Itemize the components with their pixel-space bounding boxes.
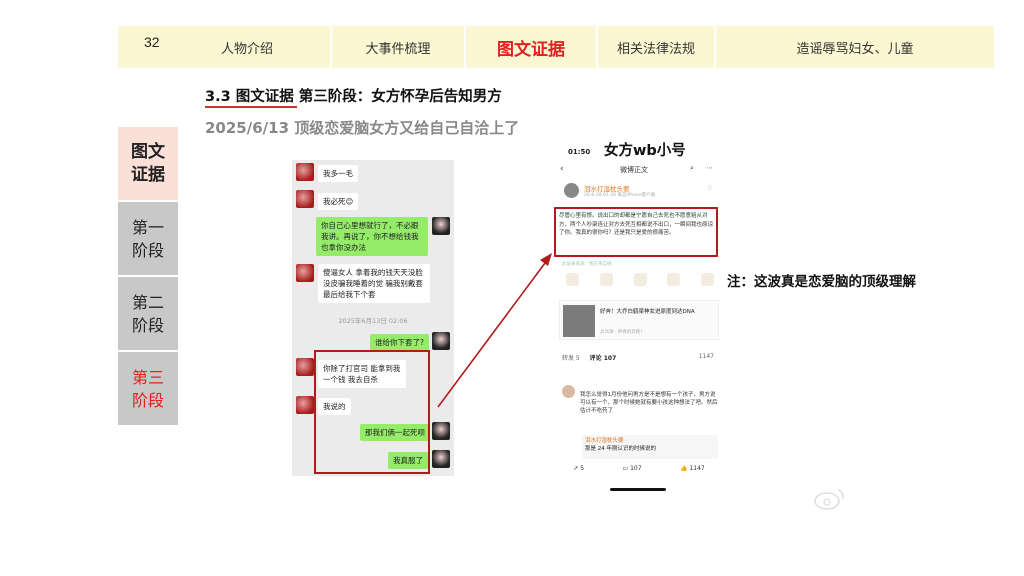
avatar (296, 190, 314, 208)
sidebar-item-label: 阶段 (131, 315, 164, 335)
chat-message: 傻逼女人 拿着我的钱天天没脸没皮骗我睡着的觉 骗我别戴套 最后给我下个套 (318, 264, 430, 303)
share-icons (566, 273, 714, 286)
promo-image (563, 305, 595, 337)
search-icon[interactable]: ⌕ (690, 164, 694, 173)
collect-icon[interactable] (701, 273, 714, 286)
sidebar-item-label: 图文 (131, 141, 165, 162)
sidebar-item-evidence[interactable]: 图文 证据 (118, 127, 178, 202)
weibo-watermark-icon (814, 489, 844, 510)
chat-message: 谁给你下套了? (370, 334, 429, 351)
weibo-action-bar: ↗ 5 ▭ 107 👍 1147 (554, 465, 724, 472)
weibo-screenshot: 01:50 ‹ 微博正文 ⌕ ⋯ 泪水打湿枕头要 26-6-28 01:30 来… (554, 145, 724, 495)
arrow-icon (437, 253, 552, 408)
section-title: 3.3 图文证据 第三阶段：女方怀孕后告知男方 (205, 89, 502, 105)
subtitle: 2025/6/13 顶级恋爱脑女方又给自己自洽上了 (205, 119, 520, 137)
tab-evidence[interactable]: 图文证据 (466, 26, 598, 68)
avatar (564, 183, 579, 198)
more-icon[interactable]: ⋯ (706, 164, 713, 172)
nav-title: 微博正文 (620, 166, 648, 174)
promo-card[interactable]: 好奔！大乔白鹤梁神女进原度到达DNA 乒乓球 · 神秀的奔跑！ (559, 300, 719, 340)
note-text: 注：这波真是恋爱脑的顶级理解 (727, 274, 916, 290)
weibo-nav-bar: ‹ 微博正文 ⌕ ⋯ (554, 162, 724, 178)
wechat-icon[interactable] (599, 273, 613, 286)
home-indicator (610, 488, 666, 491)
reply-username[interactable]: 泪水打湿枕头要 (585, 438, 624, 444)
sidebar-item-stage-2[interactable]: 第二 阶段 (118, 277, 178, 352)
reply-box: 泪水打湿枕头要 那是 24 年刚认识的时候说的 (582, 435, 718, 459)
avatar (296, 358, 314, 376)
star-icon[interactable]: ☆ (706, 183, 713, 192)
highlight-box (314, 350, 430, 474)
promo-subtitle: 乒乓球 · 神秀的奔跑！ (600, 330, 645, 335)
avatar (432, 217, 450, 235)
post-meta: 26-6-28 01:30 来自iPhone客户端 (584, 193, 656, 198)
sidebar-item-label: 阶段 (131, 240, 164, 260)
avatar (296, 396, 314, 414)
phone-caption: 女方wb小号 (604, 143, 686, 159)
promo-title: 好奔！大乔白鹤梁神女进原度到达DNA (600, 309, 695, 315)
page-number: 32 (118, 26, 164, 68)
avatar (296, 264, 314, 282)
chat-message: 我必死😊 (318, 193, 359, 210)
weibo-post-text: 尽管心里有恨。说出口的却都是宁愿自己去死也不愿意赔从对方，两个人吵架连让对方去死… (554, 207, 718, 257)
sidebar-item-stage-3[interactable]: 第三 阶段 (118, 352, 178, 427)
status-time: 01:50 (568, 148, 591, 156)
like-count: 1147 (698, 353, 714, 360)
comment-text: 我怎么觉得1月份他问男方是不是想有一个孩子，男方说可以有一个，那个时候她就有要小… (580, 392, 718, 414)
sidebar-item-label: 第一 (131, 217, 164, 237)
sidebar-item-label: 第三 (131, 367, 164, 387)
tab-defamation[interactable]: 造谣辱骂妇女、儿童 (716, 26, 994, 68)
share-icon[interactable] (566, 273, 579, 286)
comment-button[interactable]: ▭ 107 (623, 465, 642, 472)
title-underline (205, 106, 297, 108)
avatar (562, 385, 575, 398)
back-icon[interactable]: ‹ (560, 164, 564, 174)
sidebar-item-label: 第二 (131, 292, 164, 312)
tab-repost[interactable]: 转发 5 (562, 355, 580, 362)
qq-icon[interactable] (667, 273, 681, 286)
moments-icon[interactable] (633, 273, 647, 286)
sidebar: 图文 证据 第一 阶段 第二 阶段 第三 阶段 (118, 127, 178, 427)
like-button[interactable]: 👍 1147 (680, 465, 705, 472)
chat-message: 我多一毛 (318, 165, 358, 182)
avatar (432, 450, 450, 468)
tab-laws[interactable]: 相关法律法规 (598, 26, 716, 68)
tab-events[interactable]: 大事件梳理 (332, 26, 466, 68)
avatar (296, 163, 314, 181)
sidebar-item-stage-1[interactable]: 第一 阶段 (118, 202, 178, 277)
sidebar-item-label: 阶段 (131, 390, 164, 410)
post-source: 此贴来来源：我在来自微 (562, 262, 612, 267)
top-nav: 人物介绍 大事件梳理 图文证据 相关法律法规 造谣辱骂妇女、儿童 (164, 26, 994, 68)
tab-people[interactable]: 人物介绍 (164, 26, 332, 68)
tab-comments[interactable]: 评论 107 (590, 355, 617, 362)
avatar (432, 422, 450, 440)
reply-text: 那是 24 年刚认识的时候说的 (585, 446, 656, 452)
comment-icon: ▭ (622, 465, 631, 472)
repost-button[interactable]: ↗ 5 (573, 465, 584, 472)
weibo-tabs: 转发 5 评论 107 1147 (562, 353, 718, 362)
chat-message: 你自己心里想就行了，不必跟我讲。再说了，你不想给钱我也拿你没办法 (316, 217, 428, 256)
sidebar-item-label: 证据 (131, 164, 165, 185)
